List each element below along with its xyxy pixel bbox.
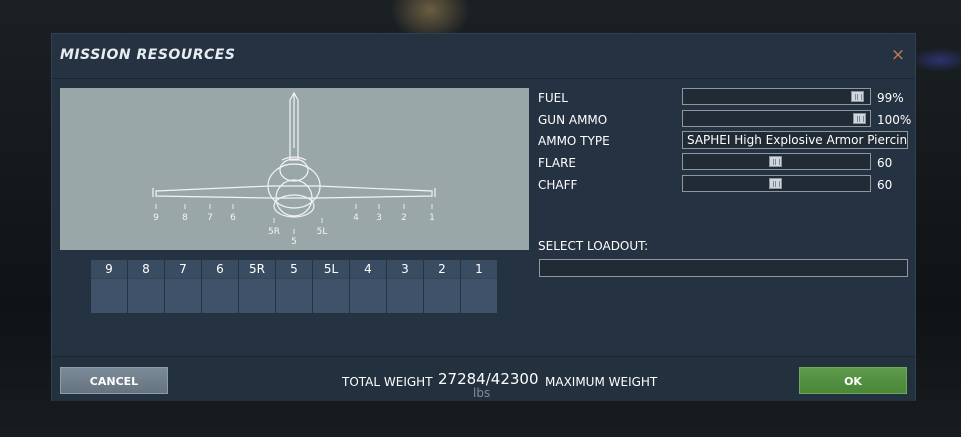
pylon-store[interactable]: [165, 278, 201, 313]
pylon-store[interactable]: [461, 278, 497, 313]
preview-marker-9: 9: [153, 213, 159, 223]
pylon-slots: 9 8 7 6 5R 5 5L 4 3 2 1: [91, 260, 498, 313]
flare-slider[interactable]: [682, 153, 871, 170]
pylon-label: 8: [128, 260, 164, 278]
chaff-slider-thumb[interactable]: [769, 178, 782, 189]
flare-value: 60: [877, 156, 893, 170]
pylon-store[interactable]: [202, 278, 238, 313]
preview-marker-6: 6: [230, 213, 236, 223]
pylon-label: 5R: [239, 260, 275, 278]
preview-marker-7: 7: [207, 213, 213, 223]
gun-ammo-slider-thumb[interactable]: [853, 113, 866, 124]
mission-resources-dialog: MISSION RESOURCES × 9 8 7 6 5R 5 5L 4 3 …: [51, 33, 916, 401]
fuel-label: FUEL: [538, 91, 568, 105]
pylon-label: 5: [276, 260, 312, 278]
pylon-label: 9: [91, 260, 127, 278]
ammo-type-label: AMMO TYPE: [538, 134, 610, 148]
pylon-store[interactable]: [424, 278, 460, 313]
pylon-label: 6: [202, 260, 238, 278]
pylon-store[interactable]: [276, 278, 312, 313]
preview-marker-1: 1: [429, 213, 435, 223]
pylon-slot-6[interactable]: 6: [202, 260, 239, 313]
flare-slider-thumb[interactable]: [769, 156, 782, 167]
preview-marker-5r: 5R: [268, 227, 280, 237]
fuel-slider-thumb[interactable]: [851, 91, 864, 102]
pylon-label: 3: [387, 260, 423, 278]
chaff-value: 60: [877, 178, 893, 192]
pylon-store[interactable]: [387, 278, 423, 313]
gun-ammo-label: GUN AMMO: [538, 113, 608, 127]
dialog-title: MISSION RESOURCES: [60, 47, 236, 63]
pylon-label: 7: [165, 260, 201, 278]
pylon-slot-8[interactable]: 8: [128, 260, 165, 313]
pylon-label: 1: [461, 260, 497, 278]
pylon-label: 2: [424, 260, 460, 278]
preview-marker-4: 4: [353, 213, 359, 223]
preview-marker-2: 2: [401, 213, 407, 223]
preview-marker-8: 8: [182, 213, 188, 223]
pylon-slot-2[interactable]: 2: [424, 260, 461, 313]
pylon-slot-1[interactable]: 1: [461, 260, 498, 313]
pylon-store[interactable]: [91, 278, 127, 313]
aircraft-front-view: 9 8 7 6 5R 5 5L 4 3 2 1: [152, 91, 436, 247]
preview-marker-5l: 5L: [317, 227, 328, 237]
select-loadout-label: SELECT LOADOUT:: [538, 239, 649, 253]
pylon-slot-3[interactable]: 3: [387, 260, 424, 313]
fuel-value: 99%: [877, 91, 904, 105]
fuel-slider[interactable]: [682, 88, 871, 105]
cancel-button[interactable]: CANCEL: [60, 367, 168, 394]
pylon-store[interactable]: [239, 278, 275, 313]
pylon-store[interactable]: [350, 278, 386, 313]
flare-label: FLARE: [538, 156, 576, 170]
preview-marker-3: 3: [376, 213, 382, 223]
pylon-slot-5l[interactable]: 5L: [313, 260, 350, 313]
total-weight-label: TOTAL WEIGHT: [342, 375, 433, 389]
max-weight-label: MAXIMUM WEIGHT: [545, 375, 658, 389]
ammo-type-select[interactable]: SAPHEI High Explosive Armor Piercing P: [682, 131, 908, 149]
gun-ammo-value: 100%: [877, 113, 912, 127]
loadout-select[interactable]: [539, 259, 908, 277]
pylon-label: 4: [350, 260, 386, 278]
pylon-store[interactable]: [128, 278, 164, 313]
chaff-label: CHAFF: [538, 178, 578, 192]
pylon-store[interactable]: [313, 278, 349, 313]
close-icon[interactable]: ×: [890, 46, 906, 64]
aircraft-preview: 9 8 7 6 5R 5 5L 4 3 2 1: [60, 88, 529, 250]
dialog-footer: CANCEL TOTAL WEIGHT 27284/42300 lbs MAXI…: [52, 356, 915, 401]
pylon-slot-5[interactable]: 5: [276, 260, 313, 313]
pylon-slot-7[interactable]: 7: [165, 260, 202, 313]
chaff-slider[interactable]: [682, 175, 871, 192]
dialog-titlebar: MISSION RESOURCES ×: [52, 34, 915, 79]
preview-marker-5: 5: [291, 237, 297, 247]
pylon-slot-5r[interactable]: 5R: [239, 260, 276, 313]
weight-unit: lbs: [473, 386, 491, 400]
pylon-label: 5L: [313, 260, 349, 278]
pylon-slot-9[interactable]: 9: [91, 260, 128, 313]
ok-button[interactable]: OK: [799, 367, 907, 394]
pylon-slot-4[interactable]: 4: [350, 260, 387, 313]
gun-ammo-slider[interactable]: [682, 110, 871, 127]
